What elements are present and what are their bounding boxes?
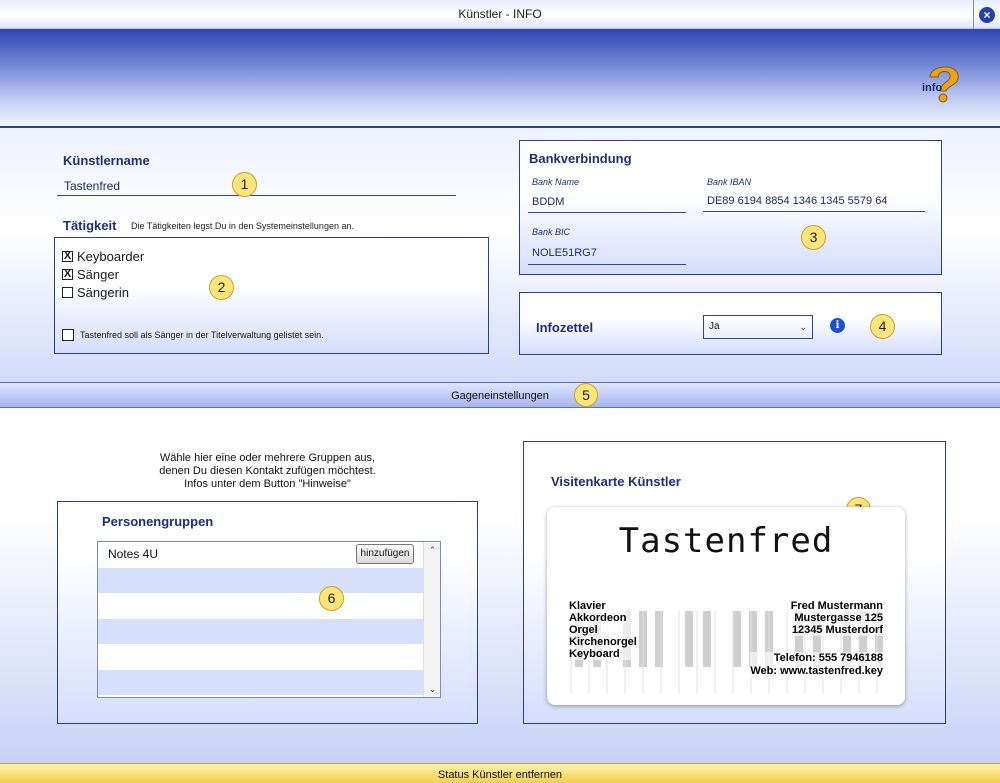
card-street: Mustergasse 125 [790, 612, 883, 624]
card-web: Web: www.tastenfred.key [750, 665, 883, 678]
card-instrument: Keyboard [569, 648, 637, 660]
business-card-heading: Visitenkarte Künstler [551, 474, 681, 489]
window-titlebar: Künstler - INFO × [0, 0, 1000, 29]
business-card[interactable]: Tastenfred Klavier Akkordeon Orgel Kirch… [547, 507, 905, 705]
bank-name-label: Bank Name [532, 177, 580, 187]
bank-name-field[interactable]: BDDM [532, 196, 564, 208]
activity-item-saengerin[interactable]: Sängerin [62, 285, 129, 300]
card-instrument: Orgel [569, 624, 637, 636]
groups-heading: Personengruppen [102, 514, 214, 529]
groups-list[interactable]: Notes 4U [97, 541, 441, 698]
fee-settings-label: Gageneinstellungen [451, 390, 549, 402]
card-contact: Telefon: 555 7946188 Web: www.tastenfred… [750, 652, 883, 678]
bank-heading: Bankverbindung [529, 151, 632, 166]
fee-settings-bar[interactable]: Gageneinstellungen [0, 382, 1000, 408]
add-group-button[interactable]: hinzufügen [356, 544, 414, 564]
window-title: Künstler - INFO [458, 7, 542, 21]
bank-bic-field[interactable]: NOLE51RG7 [532, 247, 597, 259]
card-artist-name: Tastenfred [618, 521, 834, 561]
list-item[interactable] [98, 618, 440, 644]
marker-3: 3 [801, 225, 826, 250]
list-item[interactable] [98, 567, 440, 593]
list-item[interactable] [98, 669, 440, 695]
groups-intro-line: denen Du diesen Kontakt zufügen möchtest… [159, 465, 376, 477]
activity-item-label: Keyboarder [77, 249, 145, 264]
bank-iban-field[interactable]: DE89 6194 8854 1346 1345 5579 64 [707, 195, 887, 207]
marker-4: 4 [870, 314, 895, 339]
singer-listing-option[interactable]: Tastenfred soll als Sänger in der Titelv… [62, 329, 324, 341]
info-icon[interactable]: i [830, 318, 845, 333]
card-address: Fred Mustermann Mustergasse 125 12345 Mu… [790, 600, 883, 636]
activity-item-saenger[interactable]: X Sänger [62, 267, 119, 282]
close-button[interactable]: × [973, 0, 1000, 29]
card-phone: Telefon: 555 7946188 [750, 652, 883, 665]
artist-name-heading: Künstlername [63, 153, 150, 168]
list-item[interactable] [98, 644, 440, 670]
bank-iban-label: Bank IBAN [707, 177, 752, 187]
artist-name-underline [57, 195, 456, 196]
marker-5: 5 [574, 383, 598, 407]
status-bar-label: Status Künstler entfernen [437, 769, 563, 781]
activity-item-label: Sänger [77, 267, 119, 282]
infozettel-selected-value: Ja [709, 321, 720, 332]
info-logo-text: info [922, 82, 942, 94]
activity-item-keyboarder[interactable]: X Keyboarder [62, 249, 144, 264]
bank-bic-label: Bank BIC [532, 227, 571, 237]
groups-intro: Wähle hier eine oder mehrere Gruppen aus… [57, 441, 478, 502]
remove-artist-status-button[interactable]: Status Künstler entfernen [0, 763, 1000, 783]
activity-hint: Die Tätigkeiten legst Du in den Systemei… [131, 221, 354, 231]
card-instrument: Akkordeon [569, 612, 637, 624]
checkbox-singer-listing[interactable] [62, 329, 74, 341]
artist-name-field[interactable]: Tastenfred [64, 179, 120, 193]
list-item[interactable] [98, 593, 440, 619]
close-icon: × [979, 6, 995, 23]
activity-heading: Tätigkeit [63, 218, 117, 233]
card-owner: Fred Mustermann [790, 600, 883, 612]
groups-scrollbar[interactable]: ⌃ ⌄ [423, 542, 440, 697]
checkbox-saenger[interactable]: X [62, 269, 73, 280]
chevron-down-icon: ⌄ [799, 322, 807, 332]
marker-6: 6 [319, 586, 344, 611]
groups-intro-line: Wähle hier eine oder mehrere Gruppen aus… [159, 452, 376, 464]
header-banner: info [0, 29, 1000, 128]
scroll-up-icon[interactable]: ⌃ [424, 543, 441, 557]
checkbox-saengerin[interactable] [62, 287, 73, 298]
card-instrument: Kirchenorgel [569, 636, 637, 648]
bank-bic-underline [528, 264, 686, 265]
groups-intro-line: Infos unter dem Button "Hinweise" [184, 478, 351, 490]
card-instrument: Klavier [569, 600, 637, 612]
marker-1: 1 [232, 172, 257, 197]
checkbox-keyboarder[interactable]: X [62, 251, 73, 262]
card-instruments: Klavier Akkordeon Orgel Kirchenorgel Key… [569, 600, 637, 660]
infozettel-label: Infozettel [536, 320, 594, 335]
bank-name-underline [528, 212, 686, 213]
bank-iban-underline [703, 211, 925, 212]
singer-listing-label: Tastenfred soll als Sänger in der Titelv… [80, 330, 324, 340]
card-city: 12345 Musterdorf [790, 624, 883, 636]
scroll-down-icon[interactable]: ⌄ [424, 682, 441, 696]
infozettel-select[interactable]: Ja ⌄ [703, 315, 813, 339]
marker-2: 2 [209, 275, 234, 300]
info-question-mark-icon[interactable]: info [920, 61, 964, 103]
activity-item-label: Sängerin [77, 285, 130, 300]
